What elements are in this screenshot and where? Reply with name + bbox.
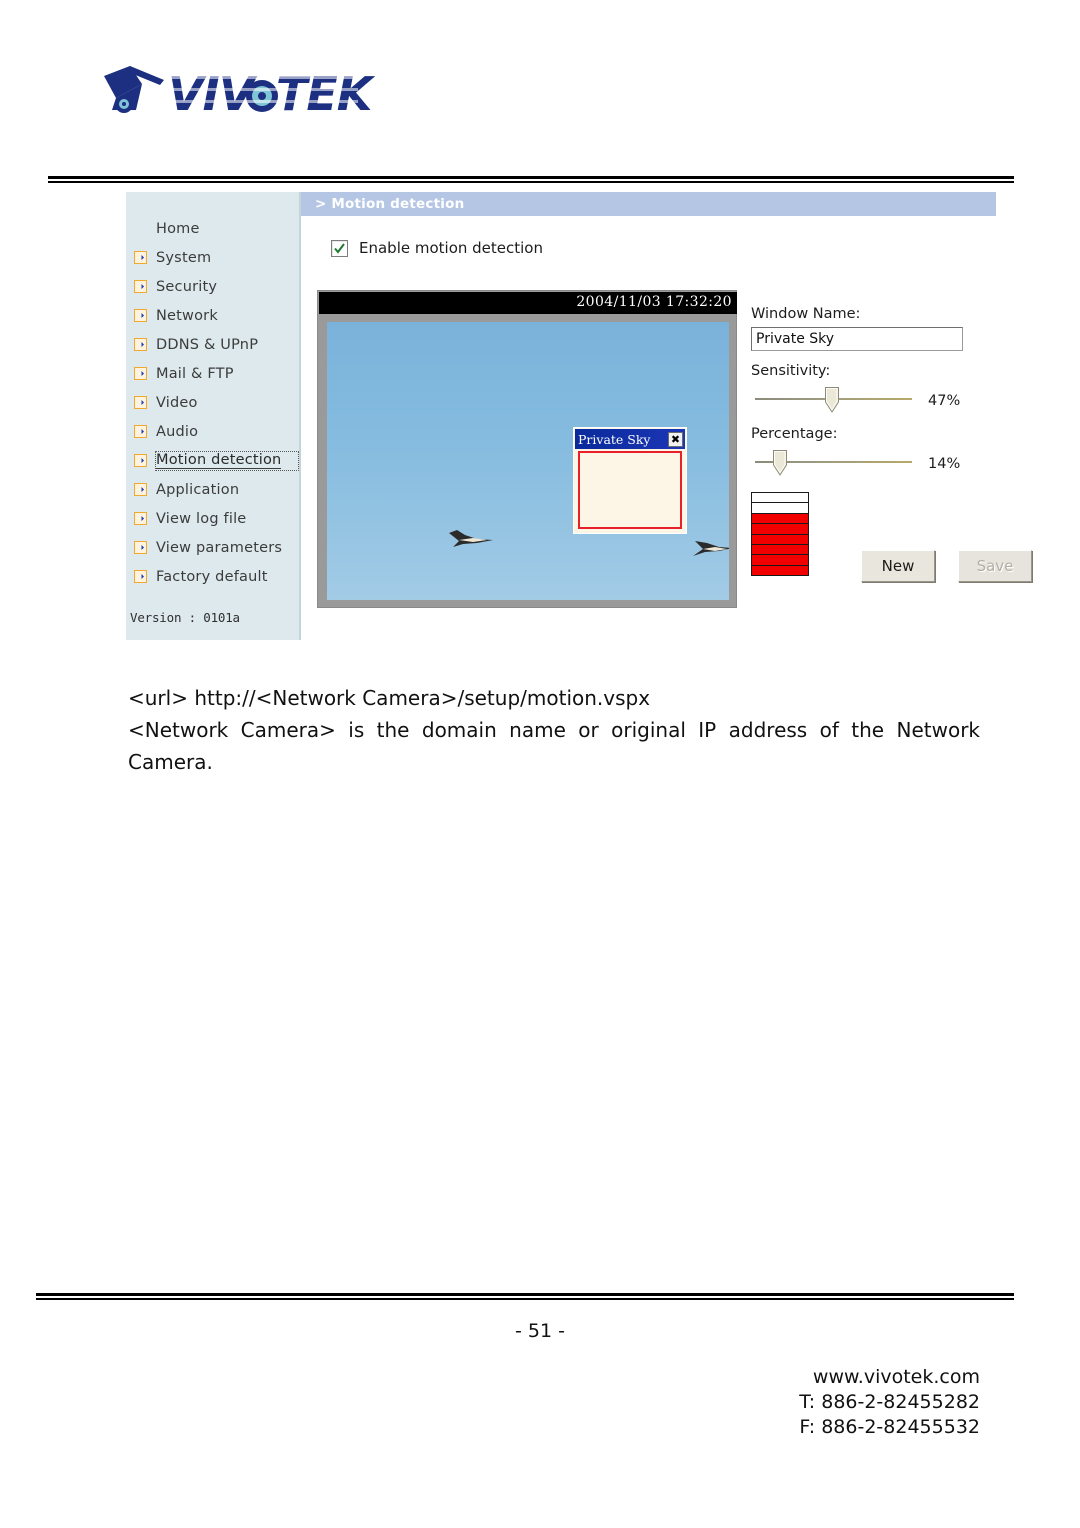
- video-image[interactable]: Private Sky ✖: [327, 322, 729, 600]
- arrow-bullet-icon: [134, 251, 147, 264]
- sidebar-item-ddns-upnp[interactable]: DDNS & UPnP: [126, 330, 301, 359]
- sidebar-item-view-parameters[interactable]: View parameters: [126, 533, 301, 562]
- camera-setup-screenshot: Home System Security Network DDNS & UPnP…: [126, 192, 1032, 640]
- video-timestamp-bar: 2004/11/03 17:32:20: [319, 292, 737, 314]
- footer-divider: [36, 1293, 1014, 1300]
- pane-header: > Motion detection: [301, 192, 996, 216]
- percentage-value: 14%: [928, 456, 961, 472]
- content-pane: > Motion detection Enable motion detecti…: [301, 192, 1032, 640]
- meter-segment: [752, 534, 808, 545]
- sidebar-item-view-log-file[interactable]: View log file: [126, 504, 301, 533]
- arrow-bullet-icon: [134, 338, 147, 351]
- arrow-bullet-icon: [134, 367, 147, 380]
- svg-text:TEK: TEK: [276, 67, 376, 121]
- arrow-bullet-icon: [134, 570, 147, 583]
- sidebar-item-label: System: [156, 249, 212, 266]
- sensitivity-value: 47%: [928, 393, 961, 409]
- meter-segment: [752, 524, 808, 535]
- enable-motion-detection-checkbox[interactable]: [331, 239, 348, 257]
- contact-block: www.vivotek.com T: 886-2-82455282 F: 886…: [799, 1365, 980, 1440]
- sidebar-item-application[interactable]: Application: [126, 475, 301, 504]
- enable-motion-detection-label: Enable motion detection: [359, 239, 543, 257]
- detection-window-title: Private Sky: [578, 431, 651, 447]
- window-name-input[interactable]: Private Sky: [751, 327, 963, 351]
- sidebar-item-label: Motion detection: [156, 452, 282, 469]
- sidebar-item-label: Factory default: [156, 568, 268, 585]
- sidebar-item-label: Security: [156, 278, 218, 295]
- sidebar-item-motion-detection[interactable]: Motion detection: [126, 446, 301, 475]
- url-line: <url> http://<Network Camera>/setup/moti…: [128, 686, 651, 710]
- bird-icon: [449, 530, 493, 547]
- checkmark-icon: [334, 242, 345, 254]
- live-video-panel: 2004/11/03 17:32:20 Private Sky ✖: [317, 290, 737, 608]
- sidebar-item-label: View parameters: [156, 539, 283, 556]
- detection-window-settings: Window Name: Private Sky Sensitivity: 47…: [751, 306, 991, 481]
- description-line: <Network Camera> is the domain name or o…: [128, 718, 980, 774]
- camera-logo-icon: VIV TEK: [104, 66, 377, 121]
- meter-segment: [752, 565, 808, 575]
- sidebar-item-label: Mail & FTP: [156, 365, 234, 382]
- sidebar-item-label: View log file: [156, 510, 247, 527]
- enable-motion-detection-row[interactable]: Enable motion detection: [331, 239, 543, 257]
- arrow-bullet-icon: [134, 309, 147, 322]
- arrow-bullet-icon: [134, 483, 147, 496]
- sidebar-item-label: Home: [156, 220, 200, 237]
- sidebar-item-security[interactable]: Security: [126, 272, 301, 301]
- arrow-bullet-icon: [134, 396, 147, 409]
- meter-segment: [752, 555, 808, 566]
- save-button: Save: [958, 550, 1032, 582]
- company-website: www.vivotek.com: [812, 1366, 980, 1388]
- video-timestamp: 2004/11/03 17:32:20: [576, 294, 732, 310]
- sidebar-item-network[interactable]: Network: [126, 301, 301, 330]
- arrow-bullet-icon: [134, 425, 147, 438]
- slider-thumb[interactable]: [773, 450, 787, 476]
- sidebar-item-home[interactable]: Home: [126, 214, 301, 243]
- meter-segment: [752, 544, 808, 556]
- sidebar-item-factory-default[interactable]: Factory default: [126, 562, 301, 591]
- slider-thumb[interactable]: [825, 387, 839, 413]
- sidebar-item-label: Application: [156, 481, 240, 498]
- detection-window-region[interactable]: [578, 451, 682, 529]
- sidebar: Home System Security Network DDNS & UPnP…: [126, 192, 301, 640]
- detection-window[interactable]: Private Sky ✖: [573, 427, 687, 534]
- percentage-slider[interactable]: [751, 447, 916, 481]
- body-text: <url> http://<Network Camera>/setup/moti…: [128, 682, 980, 778]
- sidebar-item-system[interactable]: System: [126, 243, 301, 272]
- sidebar-item-video[interactable]: Video: [126, 388, 301, 417]
- page-number: - 51 -: [515, 1320, 565, 1342]
- header-divider: [48, 176, 1014, 183]
- arrow-bullet-icon: [134, 541, 147, 554]
- window-name-label: Window Name:: [751, 306, 861, 322]
- sidebar-item-label: DDNS & UPnP: [156, 336, 259, 353]
- detection-window-titlebar[interactable]: Private Sky ✖: [575, 429, 685, 449]
- sidebar-item-mail-ftp[interactable]: Mail & FTP: [126, 359, 301, 388]
- sensitivity-slider-row: 47%: [751, 384, 991, 418]
- company-fax: F: 886-2-82455532: [799, 1416, 980, 1438]
- meter-segment: [752, 503, 808, 514]
- svg-text:VIV: VIV: [168, 67, 258, 121]
- sidebar-item-label: Audio: [156, 423, 199, 440]
- arrow-bullet-icon: [134, 454, 147, 467]
- motion-level-meter: [751, 492, 809, 576]
- bird-icon: [693, 541, 729, 556]
- page-title: > Motion detection: [315, 196, 465, 212]
- sensitivity-slider[interactable]: [751, 384, 916, 418]
- new-button[interactable]: New: [861, 550, 935, 582]
- sidebar-item-label: Video: [156, 394, 198, 411]
- company-telephone: T: 886-2-82455282: [799, 1391, 980, 1413]
- sidebar-item-audio[interactable]: Audio: [126, 417, 301, 446]
- sensitivity-label: Sensitivity:: [751, 363, 831, 379]
- percentage-label: Percentage:: [751, 426, 838, 442]
- arrow-bullet-icon: [134, 280, 147, 293]
- meter-segment: [752, 513, 808, 525]
- percentage-slider-row: 14%: [751, 447, 991, 481]
- firmware-version: Version : 0101a: [130, 610, 240, 625]
- vivotek-logo: VIV TEK: [90, 58, 390, 130]
- sidebar-item-label: Network: [156, 307, 218, 324]
- arrow-bullet-icon: [134, 512, 147, 525]
- sidebar-menu: Home System Security Network DDNS & UPnP…: [126, 214, 301, 591]
- meter-segment: [752, 493, 808, 504]
- close-icon[interactable]: ✖: [668, 431, 683, 447]
